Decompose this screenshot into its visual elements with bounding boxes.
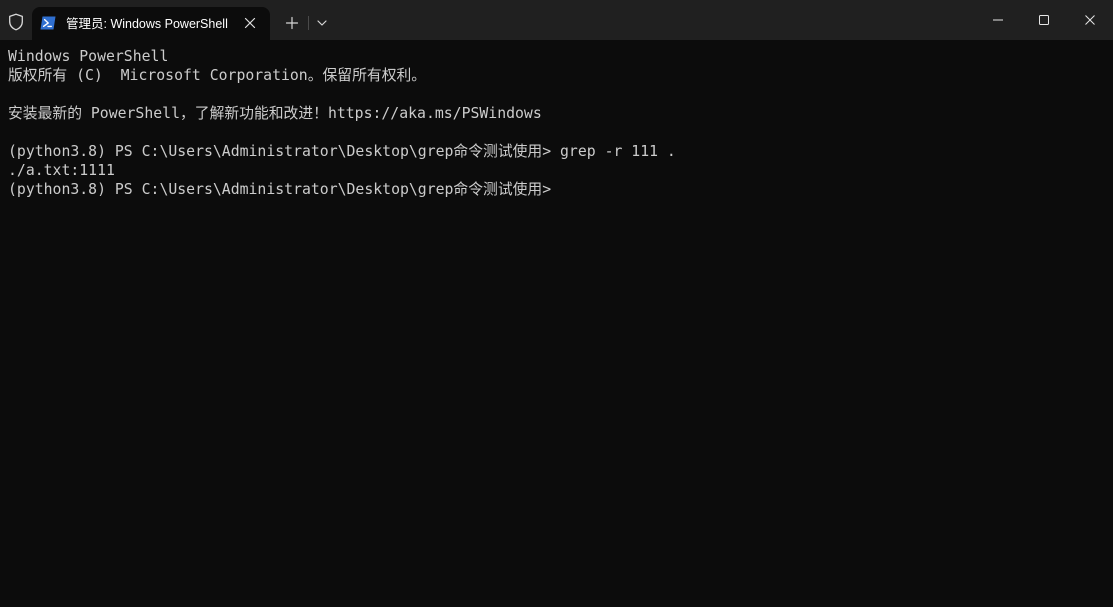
- terminal-line: Windows PowerShell: [8, 48, 169, 65]
- powershell-icon: [40, 16, 56, 30]
- terminal-line: (python3.8) PS C:\Users\Administrator\De…: [8, 143, 676, 160]
- tab-title: 管理员: Windows PowerShell: [66, 17, 228, 31]
- maximize-icon: [1039, 15, 1049, 25]
- minimize-button[interactable]: [975, 0, 1021, 40]
- chevron-down-icon: [317, 20, 327, 26]
- terminal-line: 安装最新的 PowerShell，了解新功能和改进！https://aka.ms…: [8, 105, 542, 122]
- new-tab-button[interactable]: [281, 12, 303, 34]
- terminal-lines: Windows PowerShell 版权所有 (C) Microsoft Co…: [8, 47, 676, 199]
- maximize-button[interactable]: [1021, 0, 1067, 40]
- title-bar[interactable]: 管理员: Windows PowerShell: [0, 0, 1113, 40]
- close-icon: [1085, 15, 1095, 25]
- close-icon[interactable]: [240, 13, 260, 33]
- terminal-line: ./a.txt:1111: [8, 162, 115, 179]
- minimize-icon: [993, 19, 1003, 21]
- terminal-window: 管理员: Windows PowerShell Windows PowerShe…: [0, 0, 1113, 607]
- terminal-output[interactable]: Windows PowerShell 版权所有 (C) Microsoft Co…: [0, 40, 1113, 607]
- shield-icon: [7, 13, 25, 31]
- tab-divider: [308, 16, 309, 30]
- close-window-button[interactable]: [1067, 0, 1113, 40]
- plus-icon: [285, 16, 299, 30]
- tab-dropdown-button[interactable]: [312, 12, 332, 34]
- terminal-line: 版权所有 (C) Microsoft Corporation。保留所有权利。: [8, 67, 427, 84]
- terminal-prompt[interactable]: (python3.8) PS C:\Users\Administrator\De…: [8, 180, 676, 199]
- tab-powershell[interactable]: 管理员: Windows PowerShell: [32, 7, 270, 40]
